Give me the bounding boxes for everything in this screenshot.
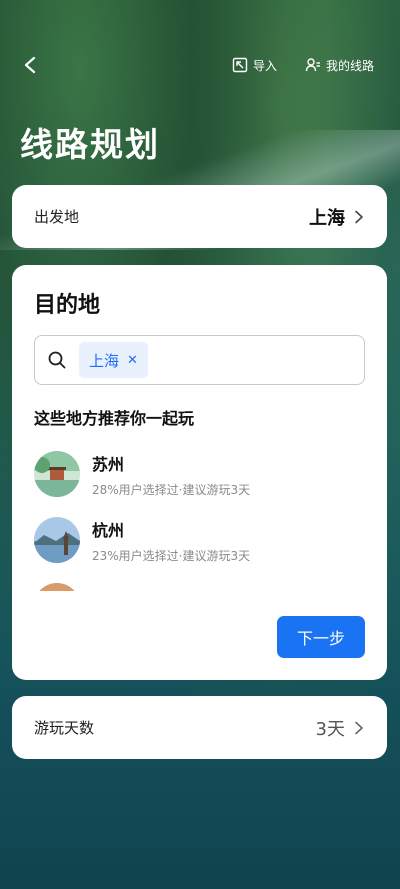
departure-row[interactable]: 出发地 上海 <box>12 185 387 248</box>
place-name: 苏州 <box>92 454 125 474</box>
destination-search-input[interactable]: 上海 ✕ <box>34 335 365 385</box>
back-arrow-icon <box>24 56 36 74</box>
hangzhou-thumbnail <box>34 517 80 563</box>
departure-value: 上海 <box>309 207 345 229</box>
chevron-right-icon <box>355 721 363 734</box>
next-step-button[interactable]: 下一步 <box>277 616 365 658</box>
status-bar <box>0 0 400 36</box>
import-label: 导入 <box>252 58 277 73</box>
place-name: 杭州 <box>92 520 125 540</box>
departure-value-group: 上海 <box>309 204 365 230</box>
tag-label: 上海 <box>89 351 120 370</box>
list-item[interactable]: 乌镇 <box>34 573 365 591</box>
list-item[interactable]: 杭州 23%用户选择过·建议游玩3天 <box>34 507 365 573</box>
list-item[interactable]: 苏州 28%用户选择过·建议游玩3天 <box>34 441 365 507</box>
top-actions: 导入 我的线路 <box>224 50 382 80</box>
my-routes-button[interactable]: 我的线路 <box>297 50 382 80</box>
remove-tag-icon[interactable]: ✕ <box>127 353 138 368</box>
my-routes-label: 我的线路 <box>325 58 374 73</box>
back-button[interactable] <box>16 51 44 79</box>
duration-value-group: 3天 <box>316 715 365 741</box>
duration-label: 游玩天数 <box>34 719 95 737</box>
recommend-list: 苏州 28%用户选择过·建议游玩3天 杭州 23%用户选择过·建议游玩3天 <box>34 441 365 591</box>
import-icon <box>232 57 248 73</box>
departure-label: 出发地 <box>34 208 80 226</box>
chevron-right-icon <box>355 210 363 223</box>
search-icon <box>48 351 66 369</box>
suzhou-thumbnail <box>34 451 80 497</box>
page-title: 线路规划 <box>20 125 160 164</box>
top-bar: 导入 我的线路 <box>0 48 400 82</box>
duration-value: 3天 <box>315 718 345 740</box>
duration-row[interactable]: 游玩天数 3天 <box>12 696 387 759</box>
selected-destination-tag: 上海 ✕ <box>79 342 148 378</box>
user-route-icon <box>305 58 320 72</box>
recommend-title: 这些地方推荐你一起玩 <box>34 409 195 428</box>
destination-title: 目的地 <box>34 293 101 318</box>
destination-card: 目的地 上海 ✕ 这些地方推荐你一起玩 苏州 28%用户选择过·建议游玩3天 杭… <box>12 265 387 680</box>
wuzhen-thumbnail <box>34 583 80 591</box>
place-stats: 23%用户选择过·建议游玩3天 <box>92 548 251 563</box>
import-button[interactable]: 导入 <box>224 50 285 80</box>
place-stats: 28%用户选择过·建议游玩3天 <box>92 482 251 497</box>
